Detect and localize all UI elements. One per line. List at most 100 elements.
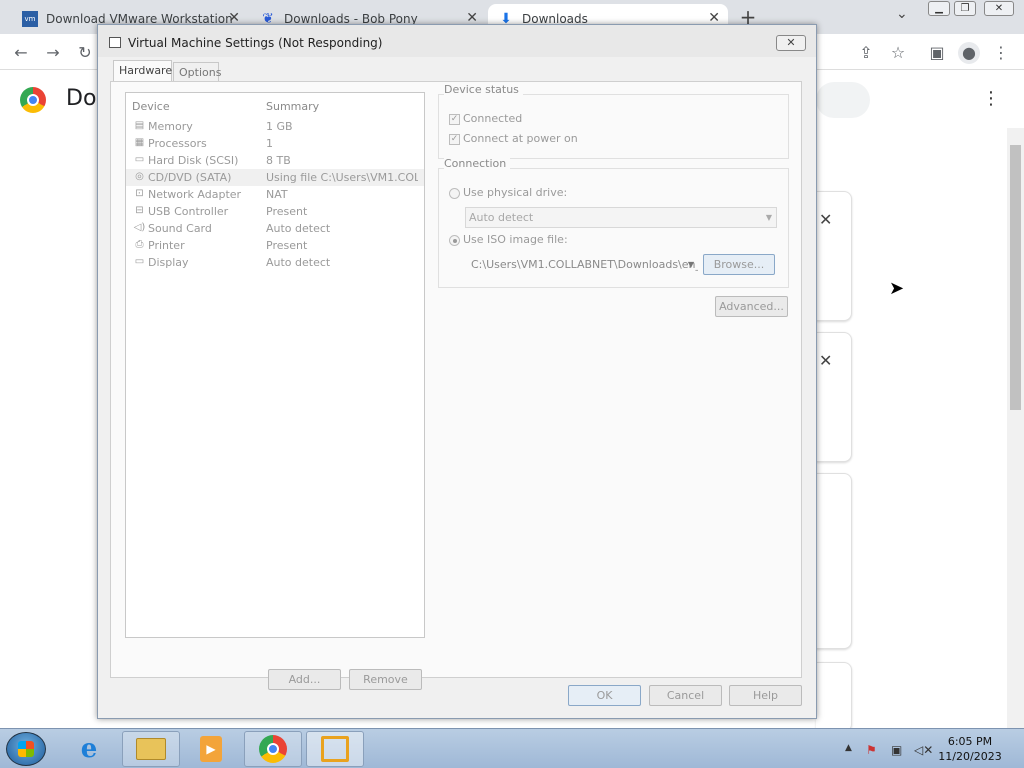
media-player-icon: ▶ (200, 736, 222, 762)
cancel-button[interactable]: Cancel (649, 685, 722, 706)
device-name: Hard Disk (SCSI) (148, 154, 239, 167)
device-summary: 1 (266, 137, 273, 150)
page-menu-icon[interactable]: ⋮ (982, 88, 1000, 109)
folder-icon (136, 738, 166, 760)
clock-time: 6:05 PM (947, 735, 993, 748)
browse-button[interactable]: Browse... (703, 254, 775, 275)
device-row-hard-disk[interactable]: ▭ Hard Disk (SCSI) 8 TB (126, 152, 424, 169)
action-center-icon[interactable]: ⚑ (866, 743, 877, 757)
network-icon[interactable]: ▣ (891, 743, 902, 757)
network-adapter-icon: ⊡ (135, 188, 144, 199)
advanced-button[interactable]: Advanced... (715, 296, 788, 317)
device-row-display[interactable]: ▭ Display Auto detect (126, 254, 424, 271)
use-physical-drive-radio[interactable] (449, 188, 460, 199)
connected-checkbox[interactable]: ✓ (449, 114, 460, 125)
clock-date: 11/20/2023 (938, 750, 1002, 763)
add-device-button[interactable]: Add... (268, 669, 341, 690)
device-name: Network Adapter (148, 188, 242, 201)
use-iso-image-label: Use ISO image file: (463, 233, 568, 246)
device-summary: Auto detect (266, 256, 331, 269)
chrome-icon (259, 735, 287, 763)
vmware-workstation-icon (321, 736, 349, 762)
restore-button[interactable]: ❐ (954, 1, 976, 16)
device-column-header[interactable]: Device (132, 100, 170, 113)
scrollbar-thumb[interactable] (1010, 145, 1021, 410)
chrome-taskbar-button[interactable] (244, 731, 302, 767)
tab-search-chevron-icon[interactable]: ⌄ (896, 6, 908, 22)
physical-drive-value: Auto detect (469, 211, 534, 224)
chrome-logo-icon (20, 87, 46, 113)
device-row-sound-card[interactable]: ◁) Sound Card Auto detect (126, 220, 424, 237)
device-name: Processors (148, 137, 207, 150)
download-card (816, 662, 852, 732)
dialog-close-button[interactable]: ✕ (776, 35, 806, 51)
vm-settings-icon (109, 37, 121, 48)
close-window-button[interactable]: ✕ (984, 1, 1014, 16)
download-card (816, 473, 852, 649)
media-player-taskbar-button[interactable]: ▶ (182, 731, 240, 767)
device-list[interactable]: Device Summary ▤ Memory 1 GB ▦ Processor… (125, 92, 425, 638)
summary-column-header[interactable]: Summary (266, 100, 319, 113)
dropdown-arrow-icon: ▼ (765, 213, 772, 222)
windows-logo-icon (18, 741, 34, 757)
share-icon[interactable]: ⇪ (855, 42, 877, 64)
forward-arrow-icon[interactable]: → (42, 42, 64, 64)
show-hidden-icons-arrow-icon[interactable]: ▲ (845, 743, 852, 753)
help-button[interactable]: Help (729, 685, 802, 706)
use-physical-drive-label: Use physical drive: (463, 186, 568, 199)
usb-controller-icon: ⊟ (135, 205, 144, 216)
device-summary: 8 TB (266, 154, 291, 167)
device-name: CD/DVD (SATA) (148, 171, 232, 184)
connection-label: Connection (444, 157, 511, 170)
device-row-network-adapter[interactable]: ⊡ Network Adapter NAT (126, 186, 424, 203)
device-name: Memory (148, 120, 193, 133)
iso-path-combo[interactable]: C:\Users\VM1.COLLABNET\Downloads\en_ ▼ (467, 254, 699, 275)
hardware-panel: Device Summary ▤ Memory 1 GB ▦ Processor… (110, 81, 802, 690)
dropdown-arrow-icon: ▼ (687, 260, 694, 269)
side-panel-icon[interactable]: ▣ (926, 42, 948, 64)
device-row-memory[interactable]: ▤ Memory 1 GB (126, 118, 424, 135)
physical-drive-select[interactable]: Auto detect ▼ (465, 207, 777, 228)
download-card: ✕ (816, 191, 852, 321)
device-status-label: Device status (444, 83, 523, 96)
device-row-cd-dvd[interactable]: ◎ CD/DVD (SATA) Using file C:\Users\VM1.… (126, 169, 424, 186)
reload-icon[interactable]: ↻ (74, 42, 96, 64)
device-status-group (438, 94, 789, 159)
device-summary: Present (266, 205, 308, 218)
back-arrow-icon[interactable]: ← (10, 42, 32, 64)
processor-icon: ▦ (134, 137, 145, 148)
windows-taskbar: e ▶ ▲ ⚑ ▣ ◁✕ 6:05 PM 11/20/2023 (0, 728, 1024, 768)
device-row-printer[interactable]: ⎙ Printer Present (126, 237, 424, 254)
cd-dvd-icon: ◎ (135, 171, 144, 182)
start-button[interactable] (6, 732, 46, 766)
remove-download-icon[interactable]: ✕ (819, 351, 832, 370)
chrome-menu-icon[interactable]: ⋮ (990, 42, 1012, 64)
profile-avatar-icon[interactable]: ● (958, 42, 980, 64)
remove-device-button[interactable]: Remove (349, 669, 422, 690)
device-summary: Present (266, 239, 308, 252)
search-downloads-field[interactable] (816, 82, 870, 118)
vm-settings-dialog: Virtual Machine Settings (Not Responding… (97, 24, 817, 719)
device-name: Printer (148, 239, 185, 252)
device-name: Display (148, 256, 189, 269)
dialog-title-bar[interactable]: Virtual Machine Settings (Not Responding… (98, 25, 816, 57)
internet-explorer-taskbar-button[interactable]: e (60, 731, 118, 767)
device-row-usb-controller[interactable]: ⊟ USB Controller Present (126, 203, 424, 220)
remove-download-icon[interactable]: ✕ (819, 210, 832, 229)
display-icon: ▭ (134, 256, 145, 267)
hard-disk-icon: ▭ (134, 154, 145, 165)
internet-explorer-icon: e (80, 734, 98, 764)
file-explorer-taskbar-button[interactable] (122, 731, 180, 767)
device-row-processors[interactable]: ▦ Processors 1 (126, 135, 424, 152)
minimize-button[interactable]: ▁ (928, 1, 950, 16)
device-summary: NAT (266, 188, 288, 201)
ok-button[interactable]: OK (568, 685, 641, 706)
taskbar-clock[interactable]: 6:05 PM 11/20/2023 (930, 734, 1010, 764)
bookmark-star-icon[interactable]: ☆ (887, 42, 909, 64)
connect-at-power-on-checkbox[interactable]: ✓ (449, 134, 460, 145)
use-iso-image-radio[interactable] (449, 235, 460, 246)
memory-icon: ▤ (134, 120, 145, 131)
vmware-taskbar-button[interactable] (306, 731, 364, 767)
sound-card-icon: ◁) (133, 222, 146, 233)
vmware-icon: vm (22, 11, 38, 27)
